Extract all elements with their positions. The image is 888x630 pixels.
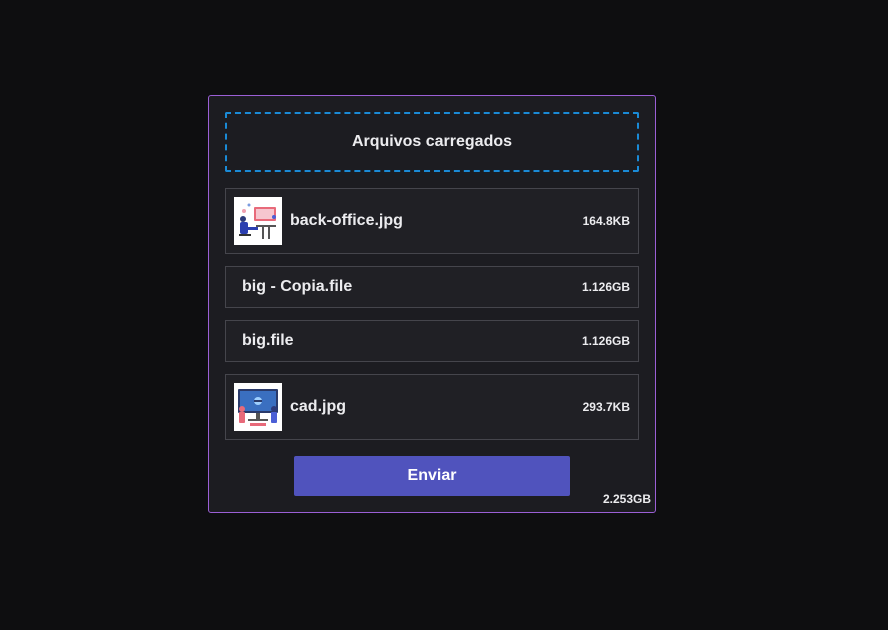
file-name: big.file: [242, 332, 294, 349]
file-size: 1.126GB: [581, 334, 630, 348]
dropzone-label: Arquivos carregados: [351, 133, 513, 150]
cad-illustration-icon: [234, 383, 282, 431]
file-thumbnail: [234, 383, 282, 431]
file-item[interactable]: cad.jpg 293.7KB: [225, 374, 639, 440]
file-name: cad.jpg: [290, 398, 347, 415]
file-item[interactable]: big.file 1.126GB: [225, 320, 639, 362]
file-name: back-office.jpg: [290, 212, 403, 229]
file-thumbnail: [234, 197, 282, 245]
send-button[interactable]: Enviar: [294, 456, 570, 496]
file-size: 293.7KB: [582, 400, 630, 414]
back-office-illustration-icon: [234, 197, 282, 245]
file-item[interactable]: big - Copia.file 1.126GB: [225, 266, 639, 308]
file-size: 164.8KB: [582, 214, 630, 228]
total-size: 2.253GB: [602, 492, 651, 506]
file-size: 1.126GB: [581, 280, 630, 294]
file-dropzone[interactable]: Arquivos carregados: [225, 112, 639, 172]
file-name: big - Copia.file: [242, 278, 353, 295]
upload-card: Arquivos carregados back-office.jpg 164.…: [208, 95, 656, 513]
file-item[interactable]: back-office.jpg 164.8KB: [225, 188, 639, 254]
